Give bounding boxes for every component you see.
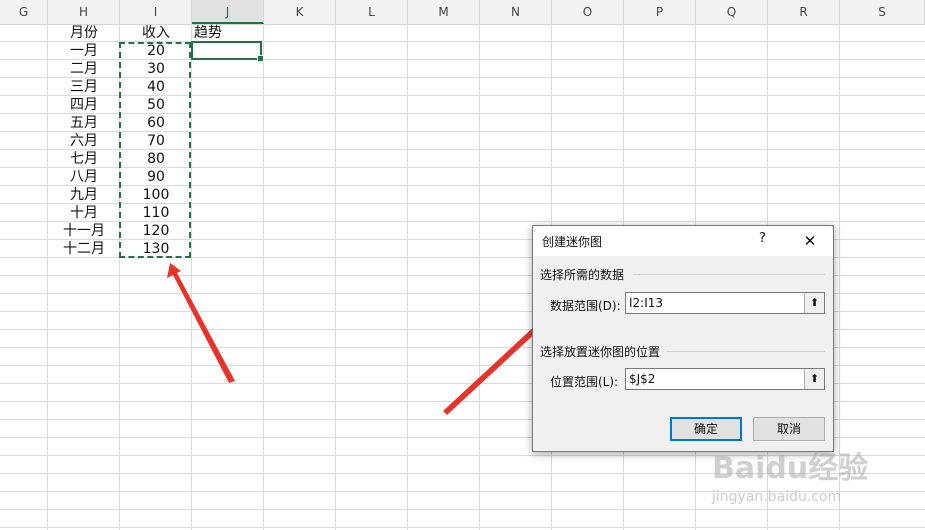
collapse-dialog-icon[interactable]: ⬆ — [804, 293, 824, 313]
section-divider — [667, 351, 825, 352]
baidu-watermark: Baidu经验 jingyan.baidu.com — [704, 443, 884, 513]
data-range-value: I2:I13 — [629, 296, 664, 310]
cancel-button[interactable]: 取消 — [753, 417, 825, 441]
section-location-label: 选择放置迷你图的位置 — [540, 345, 661, 359]
watermark-url: jingyan.baidu.com — [712, 489, 842, 505]
location-range-input[interactable]: $J$2 ⬆ — [625, 368, 825, 390]
location-range-value: $J$2 — [629, 372, 656, 386]
collapse-dialog-icon[interactable]: ⬆ — [804, 369, 824, 389]
spreadsheet[interactable]: GHIJKLMNOPQRS 月份 收入 趋势 一月 20 二月 30 三月 40 四月 50 五月 60… — [0, 0, 925, 530]
data-range-label: 数据范围(D): — [550, 299, 621, 313]
watermark-logo: Baidu经验 — [712, 451, 869, 486]
create-sparklines-dialog: 创建迷你图 ? ✕ 选择所需的数据 数据范围(D): I2:I13 ⬆ 选择放置… — [532, 225, 834, 452]
location-range-label: 位置范围(L): — [550, 375, 619, 389]
help-button[interactable]: ? — [759, 231, 766, 246]
section-data-label: 选择所需的数据 — [540, 268, 625, 282]
red-arrow-left — [167, 263, 235, 383]
dialog-title: 创建迷你图 — [542, 235, 603, 249]
ok-button[interactable]: 确定 — [670, 417, 742, 441]
dialog-titlebar[interactable]: 创建迷你图 ? ✕ — [533, 226, 833, 256]
data-range-input[interactable]: I2:I13 ⬆ — [625, 292, 825, 314]
section-divider — [633, 274, 825, 275]
close-button[interactable]: ✕ — [795, 229, 825, 253]
